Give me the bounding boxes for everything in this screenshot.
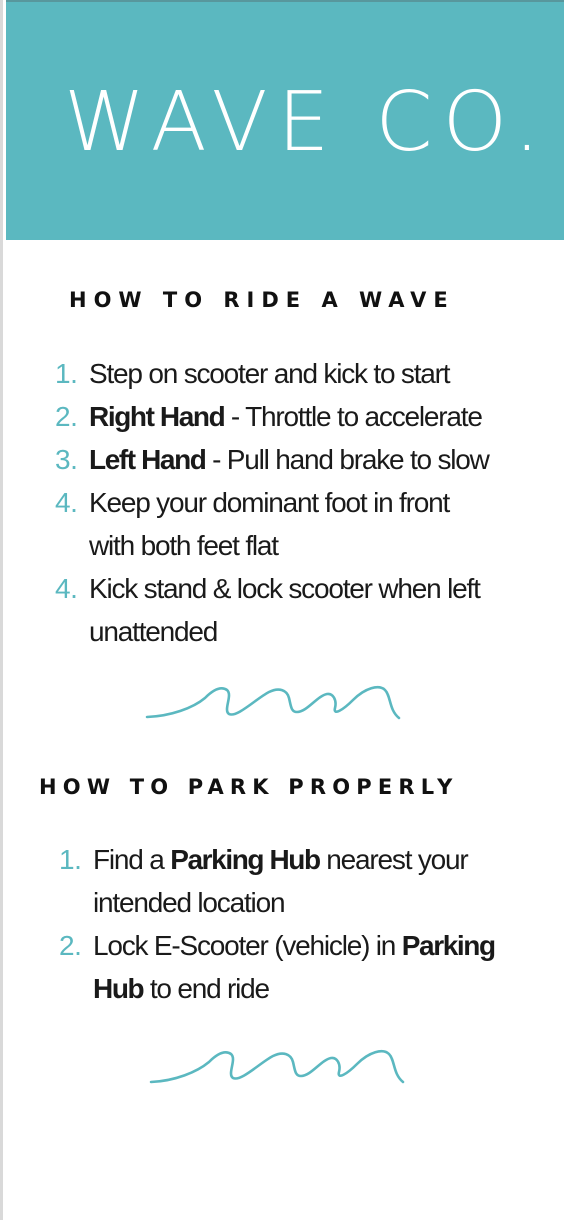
step-text: Lock E-Scooter (vehicle) in Parking Hub t… [93,930,496,1004]
wave-icon [149,1050,405,1084]
step-text: Left Hand - Pull hand brake to slow [89,444,490,475]
list-item: 3. Left Hand - Pull hand brake to slow [3,438,564,481]
park-steps-list: 1. Find a Parking Hub nearest your intend… [3,838,564,1010]
step-number: 4. [55,573,78,604]
list-item: 1. Find a Parking Hub nearest your intend… [3,838,564,924]
list-item: 2. Right Hand - Throttle to accelerate [3,395,564,438]
step-number: 1. [55,358,78,389]
step-number: 2. [55,401,78,432]
step-text: Keep your dominant foot in front with bot… [89,487,450,561]
ride-section-heading: HOW TO RIDE A WAVE [69,288,455,312]
list-item: 2. Lock E-Scooter (vehicle) in Parking Hu… [3,924,564,1010]
list-item: 4. Kick stand & lock scooter when left un… [3,567,564,653]
step-text: Step on scooter and kick to start [89,358,451,389]
wave-co-guide-card: WAVE CO. HOW TO RIDE A WAVE 1. Step on s… [0,0,564,1220]
step-number: 3. [55,444,78,475]
ride-steps-list: 1. Step on scooter and kick to start 2. … [3,352,564,653]
step-text: Right Hand - Throttle to accelerate [89,401,483,432]
list-item: 1. Step on scooter and kick to start [3,352,564,395]
list-item: 4. Keep your dominant foot in front with … [3,481,564,567]
step-number: 4. [55,487,78,518]
brand-header: WAVE CO. [6,0,564,240]
step-number: 1. [59,844,82,875]
park-section-heading: HOW TO PARK PROPERLY [39,775,459,799]
step-text: Kick stand & lock scooter when left unatt… [89,573,481,647]
brand-title: WAVE CO. [64,75,550,170]
wave-icon [145,686,401,720]
step-number: 2. [59,930,82,961]
step-text: Find a Parking Hub nearest your intended … [93,844,469,918]
